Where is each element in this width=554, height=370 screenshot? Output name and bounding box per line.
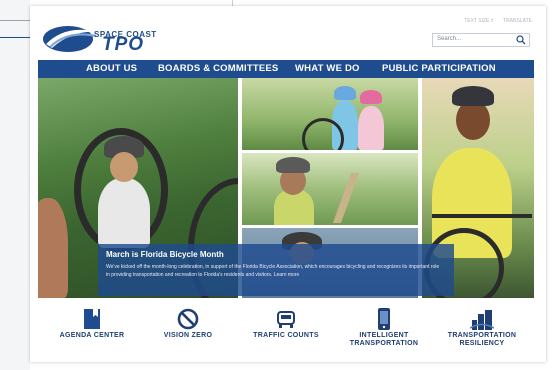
helmet-image <box>334 86 356 100</box>
hero-banner[interactable]: March is Florida Bicycle Month We've kic… <box>38 78 534 298</box>
website-page: SPACE COAST TPO TEXT SIZE ± TRANSLATE Se… <box>30 6 546 362</box>
logo-text-tpo: TPO <box>102 34 145 55</box>
child-face-image <box>110 152 138 182</box>
phone-icon <box>378 308 390 330</box>
quick-link-label: AGENDA CENTER <box>59 332 125 339</box>
quick-link-agenda-center[interactable]: AGENDA CENTER <box>42 306 142 340</box>
helmet-image <box>276 157 310 173</box>
site-logo[interactable]: SPACE COAST TPO <box>42 20 156 55</box>
background-divider-accent <box>0 37 30 38</box>
no-entry-icon <box>177 308 199 330</box>
nav-item-public-participation[interactable]: PUBLIC PARTICIPATION <box>382 63 496 74</box>
handlebar-image <box>432 214 532 218</box>
quick-link-vision-zero[interactable]: VISION ZERO <box>138 306 238 340</box>
skyline-icon <box>470 310 494 330</box>
hero-caption[interactable]: March is Florida Bicycle Month We've kic… <box>98 244 454 296</box>
quick-link-intelligent-transportation[interactable]: INTELLIGENT TRANSPORTATION <box>334 306 434 348</box>
quick-link-traffic-counts[interactable]: TRAFFIC COUNTS <box>236 306 336 340</box>
translate-link[interactable]: TRANSLATE <box>503 18 532 24</box>
search-icon[interactable] <box>516 35 526 45</box>
text-size-link[interactable]: TEXT SIZE ± <box>464 18 493 24</box>
car-icon <box>277 311 295 328</box>
rider-face-image <box>456 100 490 140</box>
child-figure-image <box>98 178 150 248</box>
search-placeholder: Search... <box>437 36 462 42</box>
hero-title: March is Florida Bicycle Month <box>106 250 224 259</box>
adult-arm-image <box>38 198 68 298</box>
main-nav: ABOUT US BOARDS & COMMITTEES WHAT WE DO … <box>38 60 534 78</box>
helmet-image <box>360 90 382 104</box>
quick-link-label: TRAFFIC COUNTS <box>253 332 319 339</box>
background-strip <box>0 0 30 370</box>
rider-figure-image <box>358 106 384 150</box>
trail-path-image <box>332 173 360 223</box>
document-icon <box>84 309 100 329</box>
utility-links: TEXT SIZE ± TRANSLATE <box>456 18 532 24</box>
quick-link-label: TRANSPORTATION RESILIENCY <box>447 332 517 347</box>
hero-photo-woman-trail <box>242 153 418 225</box>
helmet-image <box>452 86 494 106</box>
search-input[interactable]: Search... <box>432 33 530 47</box>
hero-body: We've kicked off the month-long celebrat… <box>106 264 440 278</box>
quick-link-transportation-resiliency[interactable]: TRANSPORTATION RESILIENCY <box>432 306 532 348</box>
background-divider <box>0 20 30 21</box>
nav-item-what-we-do[interactable]: WHAT WE DO <box>295 63 360 74</box>
quick-link-label: VISION ZERO <box>163 332 213 339</box>
logo-swoosh-icon <box>43 26 98 52</box>
hero-photo-kids-riding <box>242 78 418 150</box>
quick-link-label: INTELLIGENT TRANSPORTATION <box>349 332 419 347</box>
nav-item-boards-committees[interactable]: BOARDS & COMMITTEES <box>158 63 278 74</box>
nav-item-about-us[interactable]: ABOUT US <box>86 63 137 74</box>
quick-links-row: AGENDA CENTER VISION ZERO TRAFFIC COUNTS… <box>38 306 534 362</box>
